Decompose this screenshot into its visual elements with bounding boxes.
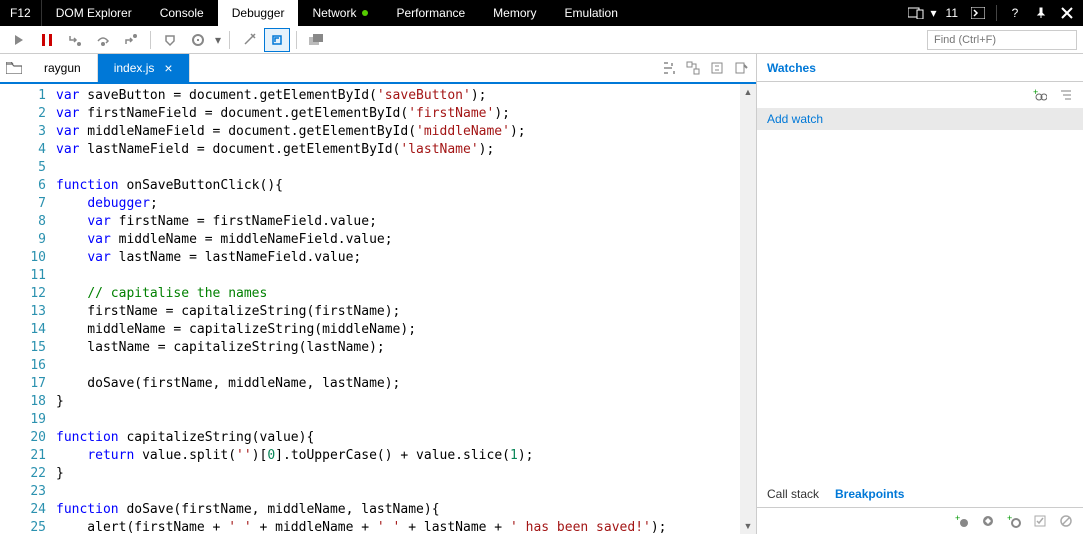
close-tab-icon[interactable]: × [164, 60, 172, 76]
folder-tab[interactable]: raygun [28, 54, 98, 82]
devtools-tab-debugger[interactable]: Debugger [218, 0, 299, 26]
devtools-tabs: DOM ExplorerConsoleDebuggerNetworkPerfor… [42, 0, 632, 26]
edit-icon[interactable] [730, 57, 752, 79]
step-over-button[interactable] [90, 28, 116, 52]
watch-list-icon[interactable] [1057, 86, 1075, 104]
console-toggle-icon[interactable] [966, 1, 990, 25]
code-view[interactable]: 1234567891011121314151617181920212223242… [0, 84, 756, 534]
debugger-toolbar: ▾ [0, 26, 1083, 54]
scroll-up-icon[interactable]: ▲ [740, 84, 756, 100]
pause-button[interactable] [34, 28, 60, 52]
devtools-titlebar: F12 DOM ExplorerConsoleDebuggerNetworkPe… [0, 0, 1083, 26]
file-label: index.js [114, 61, 155, 75]
watches-body [757, 130, 1083, 480]
step-out-button[interactable] [118, 28, 144, 52]
source-map-icon[interactable] [682, 57, 704, 79]
add-watch-button[interactable]: Add watch [757, 108, 1083, 130]
help-icon[interactable]: ? [1003, 1, 1027, 25]
vertical-scrollbar[interactable]: ▲ ▼ [740, 84, 756, 534]
source-text[interactable]: var saveButton = document.getElementById… [56, 84, 756, 534]
svg-text:+: + [1033, 88, 1038, 97]
unpin-icon[interactable] [1029, 1, 1053, 25]
wand-button[interactable] [236, 28, 262, 52]
close-icon[interactable] [1055, 1, 1079, 25]
network-active-icon [362, 10, 368, 16]
watches-header: Watches [757, 54, 1083, 82]
callstack-header: Call stack Breakpoints [757, 480, 1083, 508]
callstack-tab[interactable]: Call stack [767, 487, 819, 501]
editor-panel: raygun index.js × 1234567891011121314151… [0, 54, 757, 534]
continue-button[interactable] [6, 28, 32, 52]
f12-label: F12 [0, 0, 42, 26]
bp-xhr-icon[interactable] [979, 512, 997, 530]
word-wrap-button[interactable] [264, 28, 290, 52]
bp-enable-icon[interactable] [1031, 512, 1049, 530]
find-input[interactable] [927, 30, 1077, 50]
pretty-print-icon[interactable] [658, 57, 680, 79]
bp-delete-icon[interactable] [1057, 512, 1075, 530]
bp-event-icon[interactable]: + [953, 512, 971, 530]
devtools-tab-emulation[interactable]: Emulation [551, 0, 632, 26]
break-new-worker-button[interactable] [157, 28, 183, 52]
folder-icon[interactable] [0, 54, 28, 82]
devtools-tab-console[interactable]: Console [146, 0, 218, 26]
svg-text:+: + [955, 514, 960, 523]
step-into-button[interactable] [62, 28, 88, 52]
line-gutter: 1234567891011121314151617181920212223242… [0, 84, 56, 534]
responsive-icon[interactable] [904, 1, 928, 25]
breakpoints-tab[interactable]: Breakpoints [835, 487, 904, 501]
add-watch-icon[interactable]: + [1031, 86, 1049, 104]
file-tabs: raygun index.js × [0, 54, 756, 84]
error-count: 11 [940, 6, 964, 20]
devtools-tab-dom-explorer[interactable]: DOM Explorer [42, 0, 146, 26]
file-tab-active[interactable]: index.js × [98, 54, 190, 82]
tabs-button[interactable] [303, 28, 329, 52]
exception-dropdown[interactable]: ▾ [213, 28, 223, 52]
devtools-tab-performance[interactable]: Performance [382, 0, 479, 26]
exception-button[interactable] [185, 28, 211, 52]
just-my-code-icon[interactable] [706, 57, 728, 79]
scroll-down-icon[interactable]: ▼ [740, 518, 756, 534]
watches-tab[interactable]: Watches [767, 61, 816, 75]
devtools-tab-memory[interactable]: Memory [479, 0, 550, 26]
bp-toggle-icon[interactable]: + [1005, 512, 1023, 530]
folder-label: raygun [44, 61, 81, 75]
devtools-tab-network[interactable]: Network [298, 0, 382, 26]
titlebar-right: ▾ 11 ? [904, 0, 1083, 26]
dropdown-icon[interactable]: ▾ [930, 1, 938, 25]
right-panel: Watches + Add watch Call stack Breakpoin… [757, 54, 1083, 534]
